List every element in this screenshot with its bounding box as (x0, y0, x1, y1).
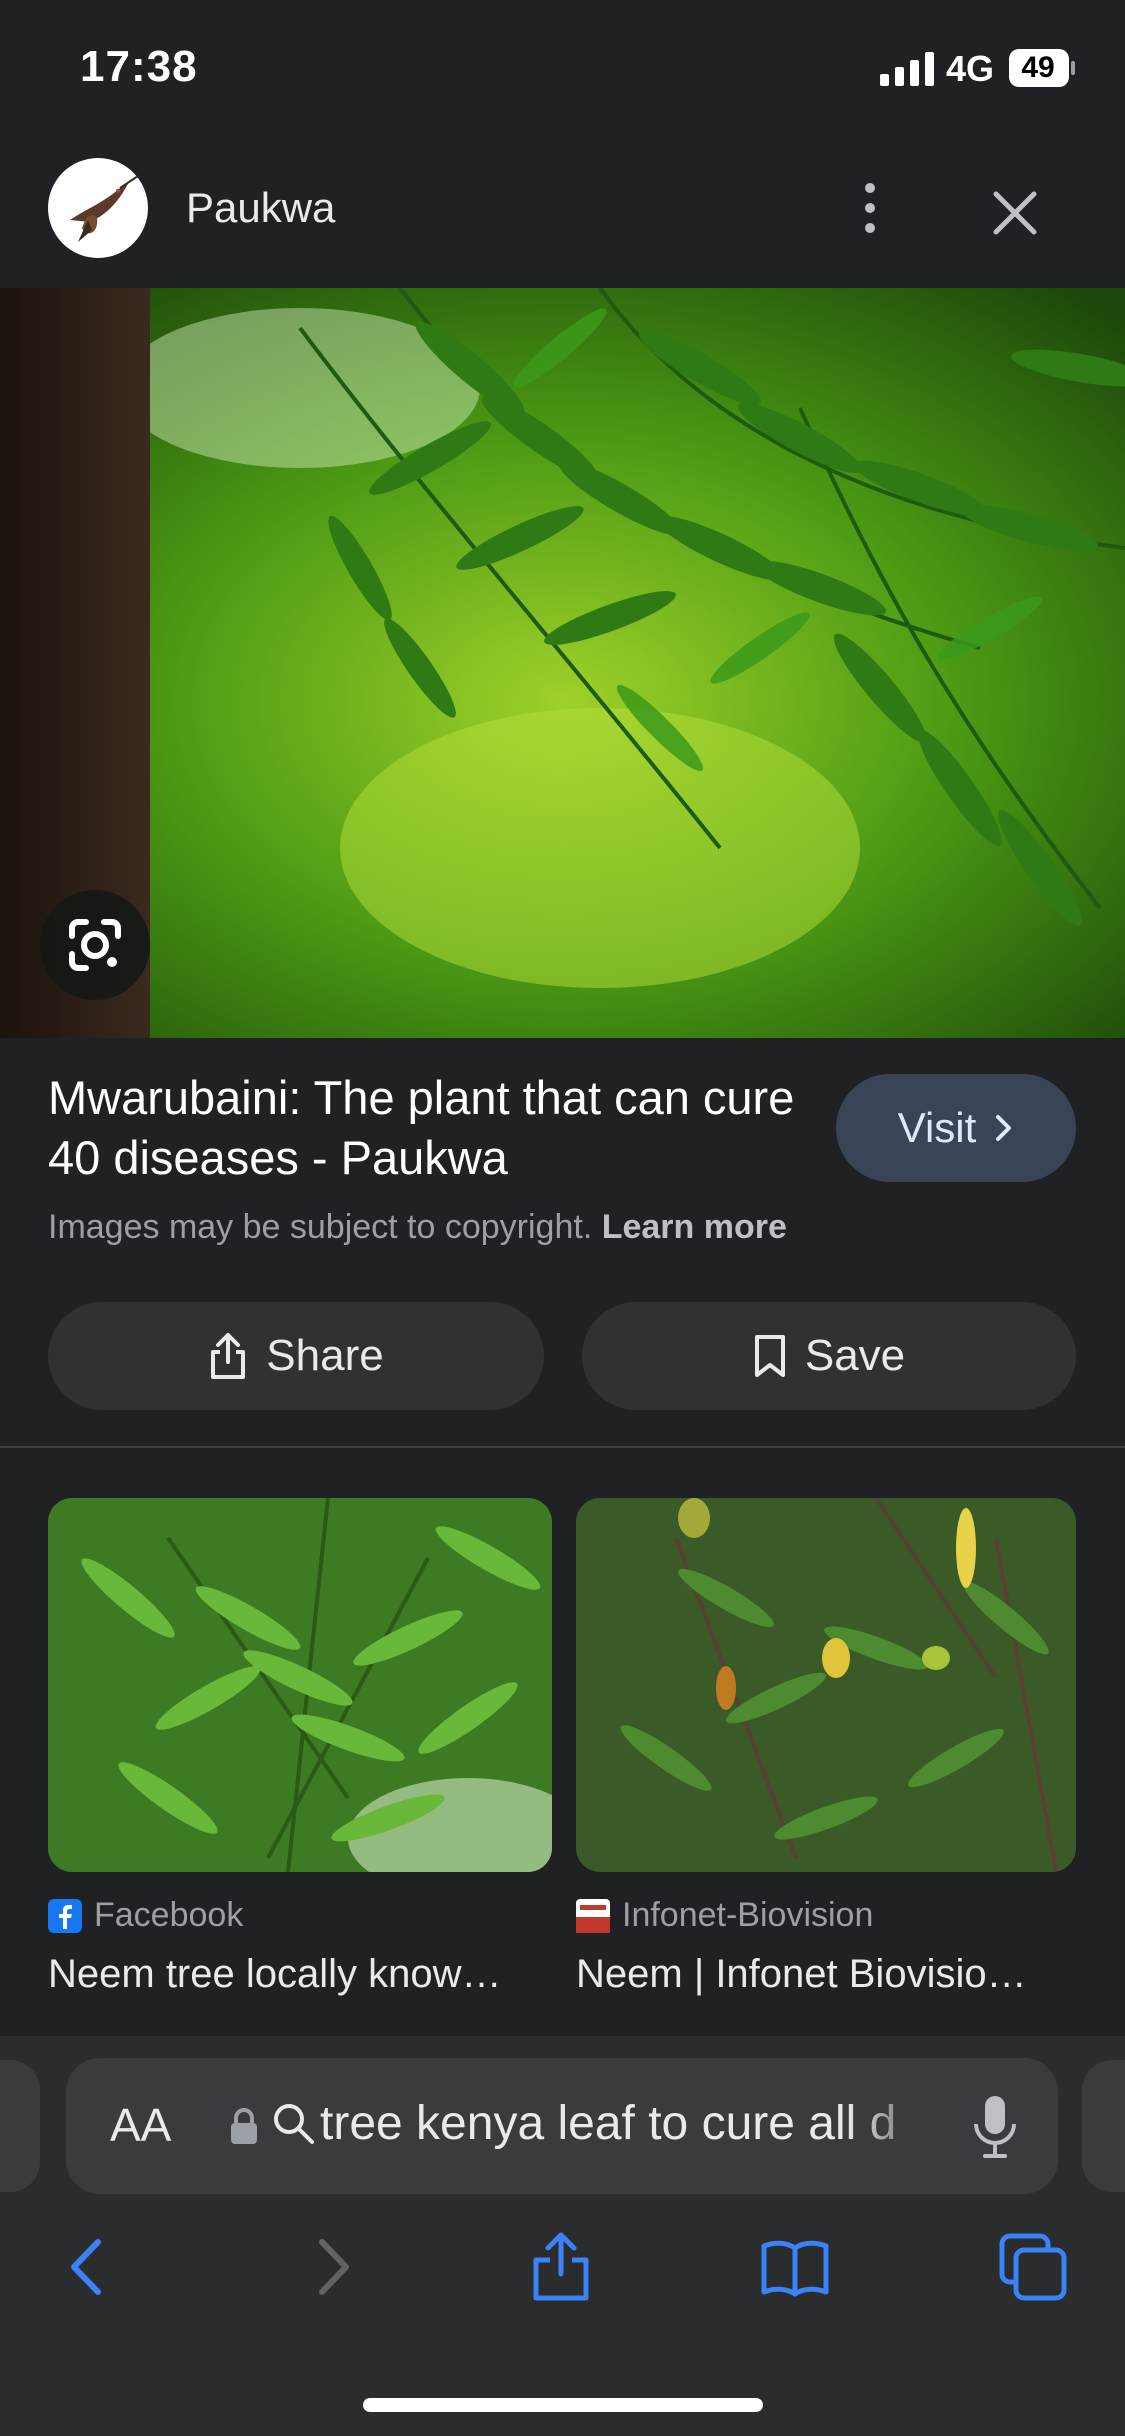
reader-settings-button[interactable]: AA (110, 2098, 171, 2152)
learn-more-link[interactable]: Learn more (602, 1208, 787, 1246)
back-icon[interactable] (54, 2232, 124, 2302)
previous-tab-peek[interactable] (0, 2060, 40, 2192)
related-source-facebook[interactable]: Facebook (48, 1896, 243, 1935)
related-caption[interactable]: Neem | Infonet Biovisio… (576, 1952, 1056, 1997)
site-name: Paukwa (186, 184, 336, 231)
facebook-icon (48, 1898, 82, 1933)
tabs-icon[interactable] (998, 2232, 1068, 2302)
next-tab-peek[interactable] (1082, 2060, 1125, 2192)
search-icon (274, 2104, 314, 2144)
hummingbird-logo-icon (70, 175, 139, 242)
microphone-icon[interactable] (970, 2094, 1020, 2160)
copyright-notice: Images may be subject to copyright. Lear… (48, 1208, 787, 1247)
lens-icon (69, 919, 121, 971)
result-title[interactable]: Mwarubaini: The plant that can cure 40 d… (48, 1068, 808, 1188)
copyright-text: Images may be subject to copyright. (48, 1208, 593, 1246)
visit-button[interactable]: Visit (836, 1074, 1076, 1182)
close-icon[interactable] (980, 178, 1050, 248)
forward-icon[interactable] (296, 2232, 366, 2302)
related-image-facebook[interactable] (48, 1498, 552, 1872)
google-lens-button[interactable] (40, 890, 150, 1000)
source-name: Infonet-Biovision (622, 1896, 874, 1934)
bookmarks-book-icon[interactable] (760, 2232, 830, 2302)
network-label: 4G (946, 48, 995, 89)
share-icon[interactable] (526, 2232, 596, 2302)
related-source-infonet[interactable]: Infonet-Biovision (576, 1896, 873, 1935)
related-caption[interactable]: Neem tree locally know… (48, 1952, 538, 1997)
share-label: Share (266, 1331, 384, 1380)
infonet-logo-icon (576, 1898, 610, 1933)
chevron-right-icon (996, 1115, 1012, 1141)
save-label: Save (804, 1331, 906, 1380)
save-button[interactable]: Save (582, 1302, 1076, 1410)
hero-image-neem-leaves[interactable] (0, 288, 1125, 1038)
share-button[interactable]: Share (48, 1302, 544, 1410)
visit-label: Visit (897, 1104, 977, 1151)
lock-icon (231, 2108, 257, 2144)
section-divider (0, 1446, 1125, 1448)
battery-level: 49 (1021, 51, 1055, 84)
status-time: 17:38 (80, 42, 198, 91)
share-icon (211, 1333, 246, 1379)
site-logo-avatar[interactable] (48, 158, 148, 258)
neem-leaves-thumbnail (48, 1498, 552, 1872)
neem-foliage-image (0, 288, 1125, 1038)
neem-fruit-thumbnail (576, 1498, 1076, 1872)
related-image-infonet[interactable] (576, 1498, 1076, 1872)
more-options-icon[interactable] (840, 178, 900, 238)
signal-icon (880, 52, 934, 86)
source-name: Facebook (94, 1896, 244, 1934)
address-text[interactable]: tree kenya leaf to cure all d (320, 2096, 940, 2151)
bookmark-icon (754, 1335, 785, 1377)
home-indicator[interactable] (363, 2398, 763, 2412)
